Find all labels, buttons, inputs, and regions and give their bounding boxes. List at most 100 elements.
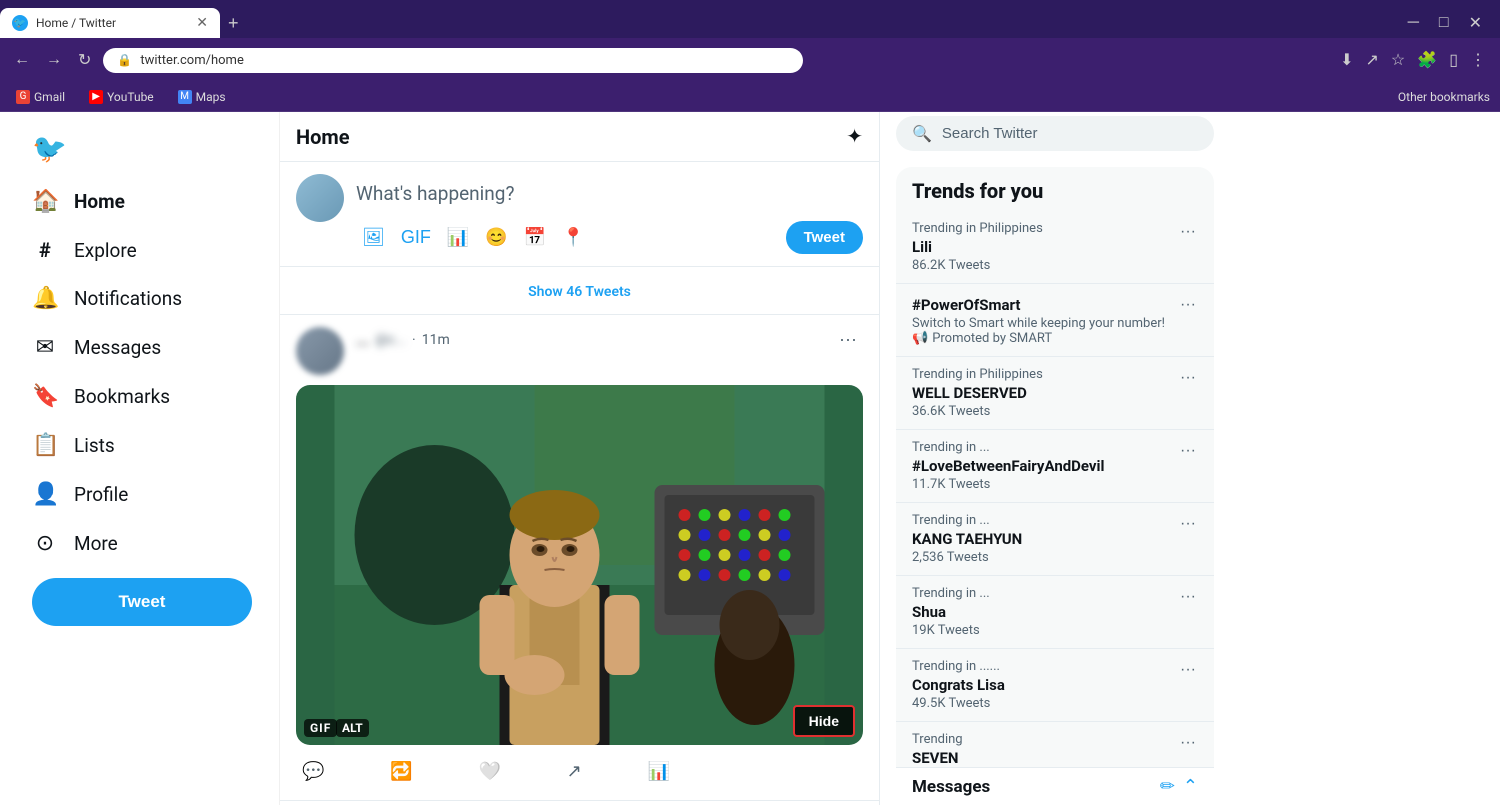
trend-item-kangtaehyun[interactable]: Trending in ... KANG TAEHYUN 2,536 Tweet… xyxy=(896,503,1214,576)
maximize-button[interactable]: □ xyxy=(1429,9,1459,37)
bookmark-gmail[interactable]: G Gmail xyxy=(10,88,71,106)
trend-count-6: 19K Tweets xyxy=(912,623,990,638)
extensions-icon[interactable]: 🧩 xyxy=(1413,46,1441,74)
sidebar-notifications-label: Notifications xyxy=(74,287,182,310)
trend-more-button-6[interactable]: ··· xyxy=(1178,586,1198,608)
hide-button[interactable]: Hide xyxy=(793,705,855,737)
trend-item-shua[interactable]: Trending in ... Shua 19K Tweets ··· xyxy=(896,576,1214,649)
url-text: twitter.com/home xyxy=(140,53,244,68)
main-feed: Home ✦ What's happening? 🖼 GIF 📊 😊 📅 xyxy=(280,112,880,805)
sidebar-item-home[interactable]: 🏠 Home xyxy=(20,179,259,224)
tweet-button[interactable]: Tweet xyxy=(32,578,252,626)
search-input[interactable] xyxy=(942,125,1198,142)
left-sidebar: 🐦 🏠 Home # Explore 🔔 Notifications ✉ Mes… xyxy=(0,112,280,805)
share-icon[interactable]: ↗ xyxy=(1362,46,1383,74)
download-icon[interactable]: ⬇ xyxy=(1336,46,1357,74)
sidebar-item-explore[interactable]: # Explore xyxy=(20,228,259,272)
bookmark-maps[interactable]: M Maps xyxy=(172,88,232,106)
sidebar-item-messages[interactable]: ✉ Messages xyxy=(20,325,259,370)
trend-name-6: Shua xyxy=(912,603,990,621)
like-button[interactable]: 🤍 xyxy=(472,755,506,788)
minimize-button[interactable]: ─ xyxy=(1398,9,1429,37)
refresh-button[interactable]: ↻ xyxy=(74,46,95,74)
share-button[interactable]: ↗ xyxy=(561,755,588,788)
close-button[interactable]: ✕ xyxy=(1459,9,1492,37)
sidebar-item-notifications[interactable]: 🔔 Notifications xyxy=(20,276,259,321)
sidebar-item-profile[interactable]: 👤 Profile xyxy=(20,472,259,517)
trend-more-button-7[interactable]: ··· xyxy=(1178,659,1198,681)
main-content: 🐦 🏠 Home # Explore 🔔 Notifications ✉ Mes… xyxy=(0,112,1500,805)
show-tweets-bar[interactable]: Show 46 Tweets xyxy=(280,267,879,315)
trend-item-congratslisa[interactable]: Trending in ...... Congrats Lisa 49.5K T… xyxy=(896,649,1214,722)
other-bookmarks[interactable]: Other bookmarks xyxy=(1398,90,1490,104)
trend-count: 86.2K Tweets xyxy=(912,258,1043,273)
trend-more-button-5[interactable]: ··· xyxy=(1178,513,1198,535)
bookmark-maps-label: Maps xyxy=(196,90,226,104)
bookmark-youtube[interactable]: ▶ YouTube xyxy=(83,88,160,106)
sparkle-button[interactable]: ✦ xyxy=(846,124,863,149)
address-bar[interactable]: 🔒 twitter.com/home xyxy=(103,48,803,73)
bookmark-star-icon[interactable]: ☆ xyxy=(1387,46,1409,74)
trend-more-button[interactable]: ··· xyxy=(1178,221,1198,243)
share-icon: ↗ xyxy=(567,761,582,782)
forward-button[interactable]: → xyxy=(42,47,66,73)
tweet-media: GIF ALT Hide xyxy=(296,385,863,745)
heart-icon: 🤍 xyxy=(478,761,500,782)
location-button[interactable]: 📍 xyxy=(556,221,590,254)
tweet-item[interactable]: ... @c... · 11m ··· xyxy=(280,315,879,801)
active-tab[interactable]: Home / Twitter ✕ xyxy=(0,8,220,38)
browser-chrome: Home / Twitter ✕ + ─ □ ✕ ← → ↻ 🔒 twitter… xyxy=(0,0,1500,112)
sidebar-item-bookmarks[interactable]: 🔖 Bookmarks xyxy=(20,374,259,419)
trend-name-4: #LoveBetweenFairyAndDevil xyxy=(912,457,1104,475)
new-tab-button[interactable]: + xyxy=(220,13,247,34)
tweet-actions: 💬 🔁 🤍 ↗ 📊 xyxy=(296,755,676,788)
trend-cat-7: Trending in ...... xyxy=(912,659,1005,674)
tweet-meta: ... @c... · 11m ··· xyxy=(356,327,863,375)
notification-bell-icon: 🔔 xyxy=(32,286,58,311)
twitter-logo[interactable]: 🐦 xyxy=(20,122,259,175)
trend-more-button-3[interactable]: ··· xyxy=(1178,367,1198,389)
trend-count-5: 2,536 Tweets xyxy=(912,550,1022,565)
trend-more-button-8[interactable]: ··· xyxy=(1178,732,1198,754)
trend-desc-powerofsmart: Switch to Smart while keeping your numbe… xyxy=(912,316,1165,331)
trend-item-lovebetween[interactable]: Trending in ... #LoveBetweenFairyAndDevi… xyxy=(896,430,1214,503)
tweet-item-2[interactable]: aries @ariesmacasaet13 · 6h ··· taylor s… xyxy=(280,801,879,805)
expand-messages-button[interactable]: ⌃ xyxy=(1183,776,1198,797)
comment-button[interactable]: 💬 xyxy=(296,755,330,788)
compose-inner: What's happening? 🖼 GIF 📊 😊 📅 📍 Tweet xyxy=(296,174,863,254)
gif-button[interactable]: GIF xyxy=(395,221,437,254)
bookmark-gmail-label: Gmail xyxy=(34,90,65,104)
profile-icon: 👤 xyxy=(32,482,58,507)
trend-header-row-4: Trending in ... #LoveBetweenFairyAndDevi… xyxy=(912,440,1198,492)
right-sidebar: 🔍 Trends for you Trending in Philippines… xyxy=(880,112,1230,805)
trend-more-button-2[interactable]: ··· xyxy=(1178,294,1198,316)
emoji-button[interactable]: 😊 xyxy=(479,221,513,254)
menu-icon[interactable]: ⋮ xyxy=(1466,46,1490,74)
messages-icons: ✏ ⌃ xyxy=(1160,776,1198,797)
trend-more-button-4[interactable]: ··· xyxy=(1178,440,1198,462)
trend-cat-5: Trending in ... xyxy=(912,513,1022,528)
search-box: 🔍 xyxy=(896,116,1214,151)
trend-cat-8: Trending xyxy=(912,732,975,747)
analytics-button[interactable]: 📊 xyxy=(642,755,676,788)
image-upload-button[interactable]: 🖼 xyxy=(356,221,391,254)
trend-name-7: Congrats Lisa xyxy=(912,676,1005,694)
back-button[interactable]: ← xyxy=(10,47,34,73)
trend-count-7: 49.5K Tweets xyxy=(912,696,1005,711)
trend-item-powerofsmart[interactable]: #PowerOfSmart Switch to Smart while keep… xyxy=(896,284,1214,357)
sidebar-icon[interactable]: ▯ xyxy=(1445,46,1462,74)
trend-item-welldeserved[interactable]: Trending in Philippines WELL DESERVED 36… xyxy=(896,357,1214,430)
poll-button[interactable]: 📊 xyxy=(441,221,475,254)
retweet-button[interactable]: 🔁 xyxy=(384,755,418,788)
sidebar-item-more[interactable]: ⊙ More xyxy=(20,521,259,566)
trend-item-lili[interactable]: Trending in Philippines Lili 86.2K Tweet… xyxy=(896,211,1214,284)
tweet-submit-button[interactable]: Tweet xyxy=(786,221,863,254)
tweet-more-button[interactable]: ··· xyxy=(833,327,863,352)
sidebar-item-lists[interactable]: 📋 Lists xyxy=(20,423,259,468)
show-tweets-text: Show 46 Tweets xyxy=(528,284,631,300)
sidebar-explore-label: Explore xyxy=(74,239,137,262)
compose-placeholder[interactable]: What's happening? xyxy=(356,174,863,213)
tab-close-button[interactable]: ✕ xyxy=(196,15,208,31)
schedule-button[interactable]: 📅 xyxy=(518,221,552,254)
compose-message-button[interactable]: ✏ xyxy=(1160,776,1175,797)
